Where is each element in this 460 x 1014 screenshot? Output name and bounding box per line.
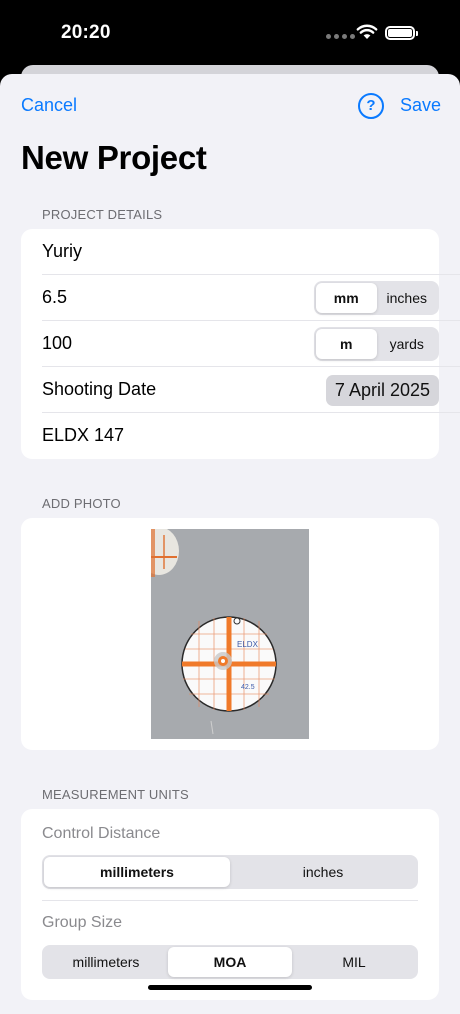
measurement-units-card: Control Distance millimeters inches Grou… xyxy=(21,809,439,1000)
group-size-mil[interactable]: MIL xyxy=(292,947,416,977)
help-icon[interactable]: ? xyxy=(358,93,384,119)
group-size-millimeters[interactable]: millimeters xyxy=(44,947,168,977)
home-indicator[interactable] xyxy=(148,985,312,990)
cancel-button[interactable]: Cancel xyxy=(21,95,77,116)
shooting-date-picker[interactable]: 7 April 2025 xyxy=(325,375,439,406)
section-header-add-photo: ADD PHOTO xyxy=(42,496,121,511)
control-distance-inches[interactable]: inches xyxy=(230,857,416,887)
group-size-moa[interactable]: MOA xyxy=(168,947,292,977)
control-distance-millimeters[interactable]: millimeters xyxy=(44,857,230,887)
shooting-date-row: Shooting Date 7 April 2025 xyxy=(42,367,460,413)
svg-text:ELDX: ELDX xyxy=(237,640,259,649)
distance-unit-m[interactable]: m xyxy=(316,329,377,359)
signal-icon xyxy=(326,34,355,39)
control-distance-label: Control Distance xyxy=(42,825,161,842)
control-distance-picker: millimeters inches xyxy=(42,855,418,889)
caliber-unit-picker: mm inches xyxy=(314,281,439,315)
name-field[interactable]: Yuriy xyxy=(42,229,460,275)
status-bar: 20:20 xyxy=(0,0,460,66)
distance-value[interactable]: 100 xyxy=(42,333,72,354)
section-header-measurement-units: MEASUREMENT UNITS xyxy=(42,787,189,802)
caliber-unit-mm[interactable]: mm xyxy=(316,283,377,313)
add-photo-card: ELDX 42.5 xyxy=(21,518,439,750)
distance-unit-picker: m yards xyxy=(314,327,439,361)
wifi-icon xyxy=(356,24,378,39)
caliber-row: 6.5 mm inches xyxy=(42,275,460,321)
ammo-value[interactable]: ELDX 147 xyxy=(42,425,124,446)
group-size-label: Group Size xyxy=(42,914,123,931)
group-size-picker: millimeters MOA MIL xyxy=(42,945,418,979)
ammo-field[interactable]: ELDX 147 xyxy=(42,413,439,459)
save-button[interactable]: Save xyxy=(400,95,441,116)
shooting-date-label: Shooting Date xyxy=(42,379,157,399)
status-time: 20:20 xyxy=(61,22,111,43)
divider xyxy=(42,900,418,901)
caliber-unit-inches[interactable]: inches xyxy=(377,283,438,313)
page-title: New Project xyxy=(21,139,207,176)
svg-text:42.5: 42.5 xyxy=(241,684,255,691)
distance-row: 100 m yards xyxy=(42,321,460,367)
caliber-value[interactable]: 6.5 xyxy=(42,287,67,308)
name-value[interactable]: Yuriy xyxy=(42,241,82,262)
target-photo[interactable]: ELDX 42.5 xyxy=(151,529,309,739)
project-details-card: Yuriy 6.5 mm inches 100 m yards Shooting… xyxy=(21,229,460,459)
distance-unit-yards[interactable]: yards xyxy=(377,329,438,359)
section-header-project-details: PROJECT DETAILS xyxy=(42,207,163,222)
battery-icon xyxy=(385,26,418,40)
